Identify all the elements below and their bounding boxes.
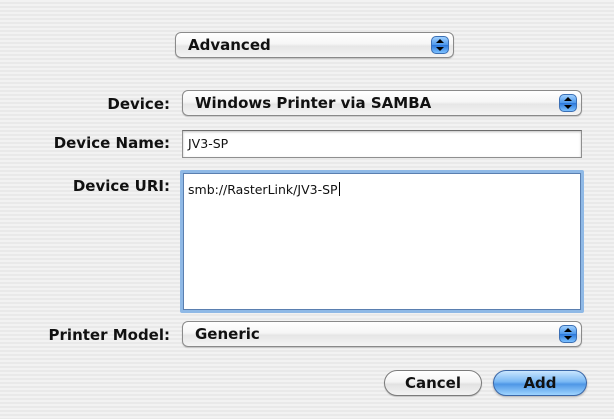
popup-arrows-icon: [559, 325, 577, 343]
device-name-value: JV3-SP: [188, 136, 229, 151]
cancel-button[interactable]: Cancel: [384, 370, 482, 396]
connection-type-value: Advanced: [188, 36, 271, 54]
device-name-label: Device Name:: [53, 134, 170, 152]
printer-model-value: Generic: [195, 325, 260, 343]
device-label: Device:: [107, 95, 170, 113]
device-uri-label: Device URI:: [72, 177, 170, 195]
printer-model-label: Printer Model:: [48, 326, 170, 344]
printer-model-popup[interactable]: Generic: [182, 321, 582, 347]
popup-arrows-icon: [559, 94, 577, 112]
device-uri-field[interactable]: smb://RasterLink/JV3-SP: [180, 170, 584, 313]
add-printer-dialog: Advanced Device: Windows Printer via SAM…: [0, 0, 614, 419]
connection-type-popup[interactable]: Advanced: [175, 32, 454, 58]
text-caret: [338, 182, 340, 196]
device-value: Windows Printer via SAMBA: [195, 94, 432, 112]
device-popup[interactable]: Windows Printer via SAMBA: [182, 90, 582, 116]
device-uri-inner: smb://RasterLink/JV3-SP: [183, 173, 581, 310]
device-name-field[interactable]: JV3-SP: [182, 130, 582, 158]
device-uri-value: smb://RasterLink/JV3-SP: [188, 182, 340, 197]
add-button[interactable]: Add: [493, 370, 587, 396]
popup-arrows-icon: [431, 36, 449, 54]
